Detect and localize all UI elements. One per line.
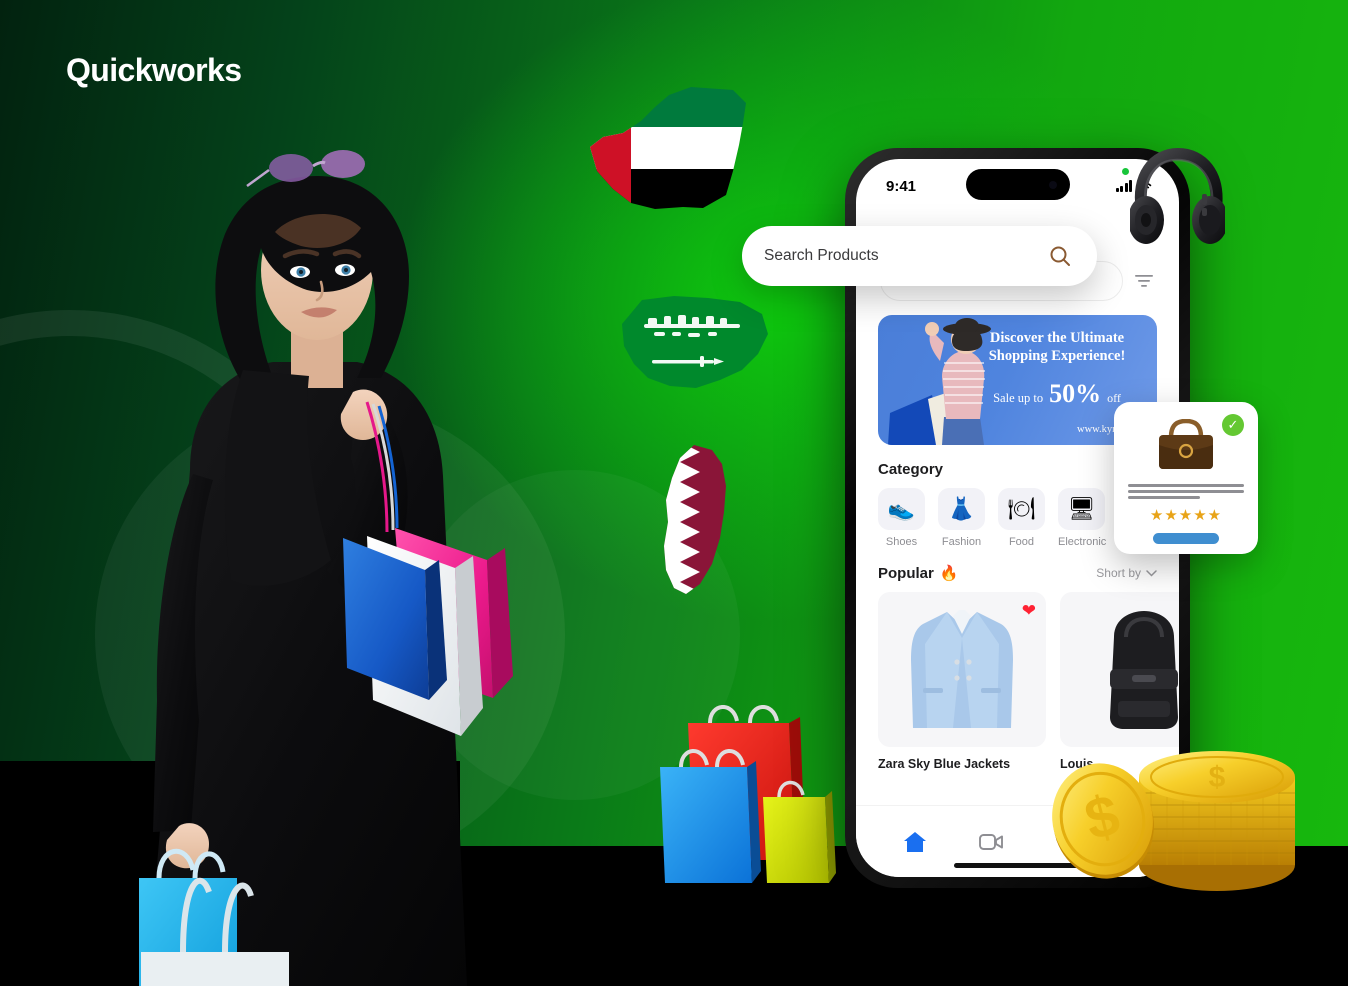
search-icon[interactable] (1049, 245, 1071, 267)
sort-by-dropdown[interactable]: Short by (1096, 566, 1157, 580)
product-image-backpack (1060, 592, 1179, 747)
category-label: Fashion (941, 536, 982, 548)
search-placeholder-text: Search Products (764, 247, 879, 264)
product-image-blazer: ❤ (878, 592, 1046, 747)
banner-title-line1: Discover the Ultimate (989, 330, 1125, 346)
headphones-icon (1128, 147, 1228, 258)
category-label: Shoes (885, 536, 918, 548)
video-camera-icon[interactable] (978, 832, 1004, 852)
fire-icon: 🔥 (939, 565, 959, 582)
shoe-icon: 👟 (878, 488, 925, 530)
monitor-icon: 🖥 (1058, 488, 1105, 530)
handbag-icon (1159, 419, 1213, 469)
category-item-electronic[interactable]: 🖥 Electronic (1058, 488, 1107, 548)
food-icon: 🍽 (998, 488, 1045, 530)
banner-sale-off: off (1107, 391, 1121, 406)
rating-card-action-button[interactable] (1153, 533, 1219, 544)
category-label: Electronic (1058, 536, 1107, 548)
product-name: Zara Sky Blue Jackets (878, 757, 1011, 771)
brand-logo: Quickworks (66, 52, 242, 88)
gift-bag-lime (763, 780, 836, 883)
green-dot (1121, 168, 1129, 175)
category-label: Food (1008, 536, 1035, 548)
woman-shopper-illustration (95, 140, 525, 986)
check-circle-icon: ✓ (1222, 414, 1244, 436)
coin-dollar-symbol: $ (1209, 761, 1226, 794)
sky-blue-blazer-icon (911, 609, 1013, 728)
popular-heading: Popular (878, 564, 934, 582)
category-item-food[interactable]: 🍽 Food (998, 488, 1045, 548)
hero-banner-stage: Quickworks 9:41 Discover the Ultimate Sh… (0, 0, 1348, 986)
filter-icon[interactable] (1133, 272, 1155, 290)
banner-text: Discover the Ultimate Shopping Experienc… (967, 329, 1147, 409)
banner-title-line2: Shopping Experience! (988, 348, 1126, 365)
sort-by-label: Short by (1096, 566, 1141, 580)
category-item-shoes[interactable]: 👟 Shoes (878, 488, 925, 548)
dynamic-island (965, 169, 1070, 200)
gold-coins-icon: $ $ (1045, 735, 1305, 900)
product-card[interactable]: ❤ Zara Sky Blue Jackets (878, 592, 1046, 771)
star-rating: ★★★★★ (1149, 507, 1223, 524)
banner-sale-percent: 50% (1049, 379, 1102, 409)
coin-stack: $ (1139, 751, 1295, 891)
qatar-flag-map (650, 442, 750, 607)
chevron-down-icon (1146, 569, 1157, 577)
product-rating-card: ✓ ★★★★★ (1114, 402, 1258, 554)
home-icon[interactable] (902, 830, 928, 854)
gift-bag-blue (660, 749, 761, 883)
category-item-fashion[interactable]: 👗 Fashion (938, 488, 985, 548)
popular-section-header: Popular 🔥 Short by (878, 564, 1157, 582)
saudi-flag-map (612, 292, 784, 397)
uae-flag-map (583, 85, 755, 211)
status-time: 9:41 (886, 177, 917, 195)
placeholder-text-lines (1128, 484, 1244, 499)
heart-filled-icon[interactable]: ❤ (1022, 601, 1036, 621)
dress-icon: 👗 (938, 488, 985, 530)
banner-sale-label: Sale up to (993, 391, 1044, 406)
search-products-overlay[interactable]: Search Products (742, 226, 1097, 286)
gift-bags-prop (655, 705, 850, 895)
black-backpack-icon (1110, 610, 1178, 729)
